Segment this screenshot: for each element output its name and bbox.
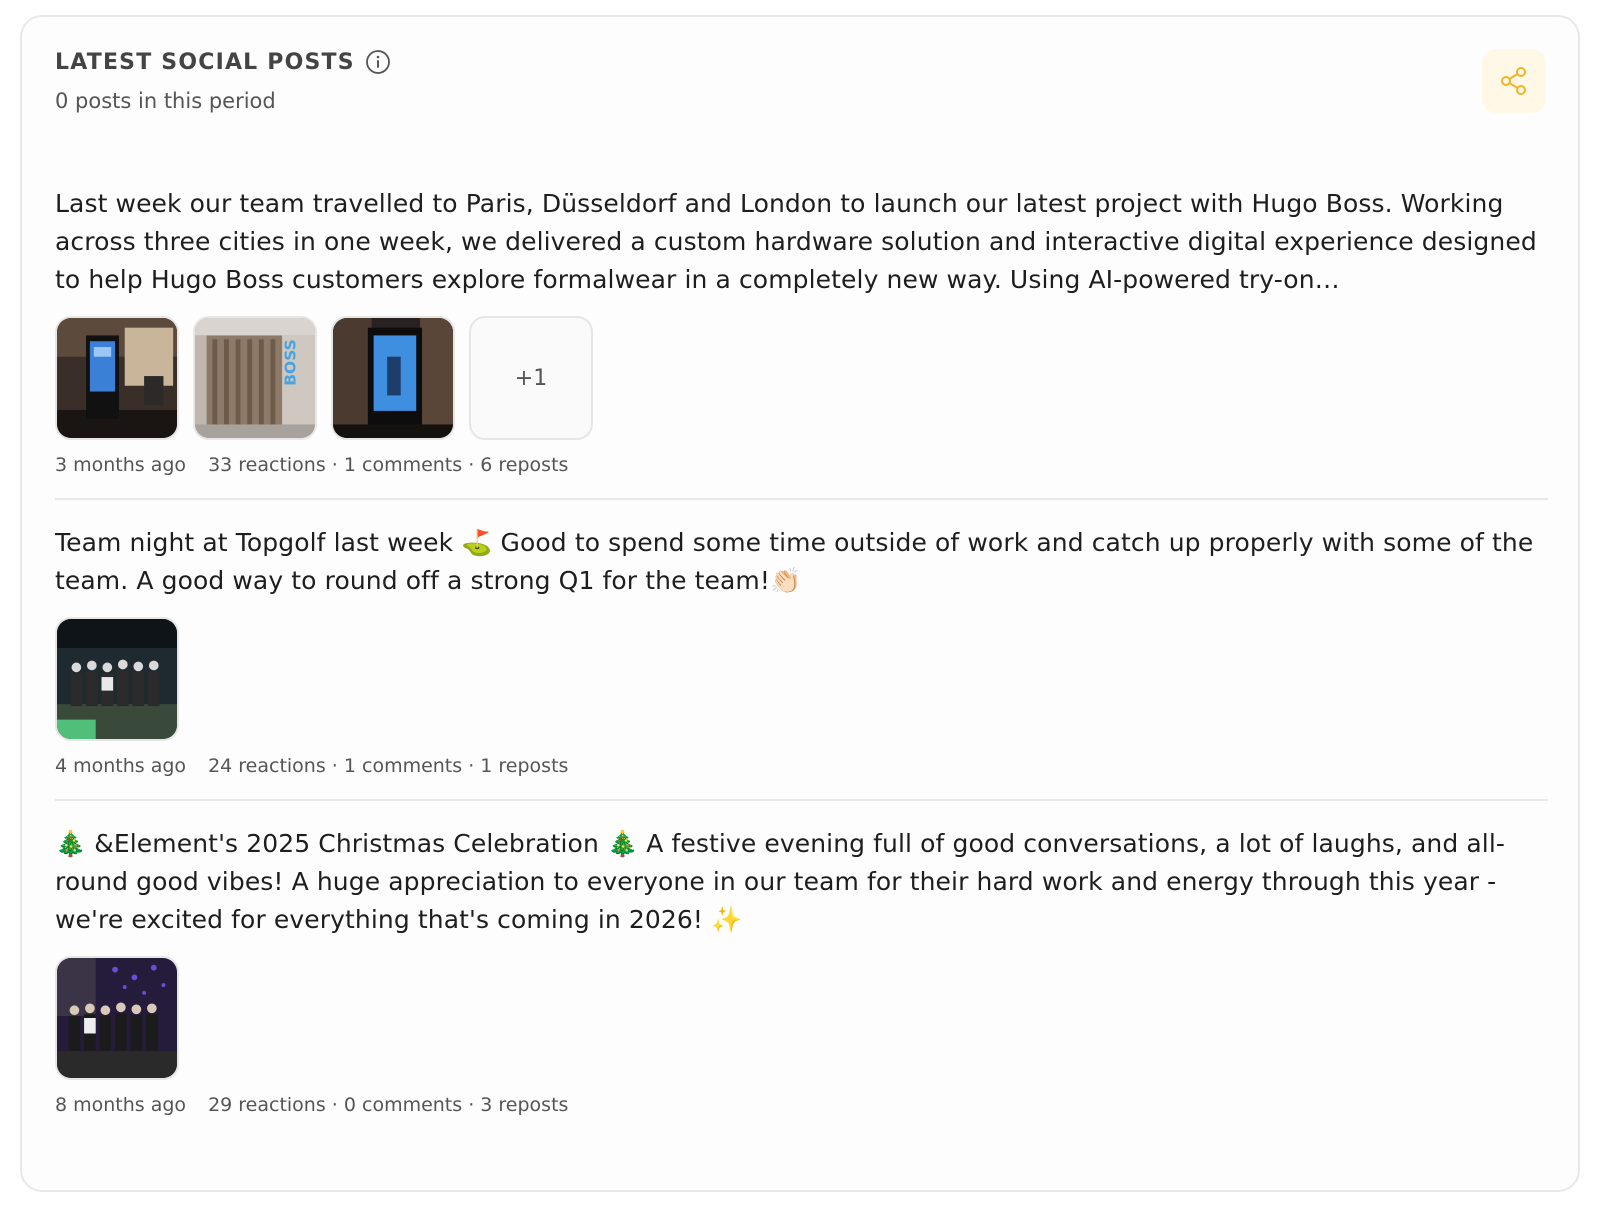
post-image-screen-display[interactable] (331, 316, 455, 440)
post-image-boss-wall[interactable]: BOSS (193, 316, 317, 440)
post-image-store-kiosk[interactable] (55, 316, 179, 440)
post-text: Team night at Topgolf last week ⛳ Good t… (55, 528, 1534, 595)
post-item[interactable]: Last week our team travelled to Paris, D… (55, 185, 1548, 498)
post-meta: 8 months ago 29 reactions · 0 comments ·… (55, 1094, 1548, 1116)
share-button[interactable] (1482, 49, 1546, 113)
posts-list: Last week our team travelled to Paris, D… (55, 185, 1548, 1138)
post-item[interactable]: 🎄 &Element's 2025 Christmas Celebration … (55, 799, 1548, 1138)
post-time: 4 months ago (55, 755, 187, 777)
post-time: 3 months ago (55, 454, 187, 476)
post-stats: 33 reactions · 1 comments · 6 reposts (208, 454, 569, 476)
post-text: Last week our team travelled to Paris, D… (55, 189, 1537, 294)
post-meta: 4 months ago 24 reactions · 1 comments ·… (55, 755, 1548, 777)
more-images-button[interactable]: +1 (469, 316, 593, 440)
post-images (55, 956, 1548, 1080)
svg-text:BOSS: BOSS (282, 339, 300, 386)
social-posts-card: LATEST SOCIAL POSTS 0 posts in this peri… (20, 15, 1580, 1192)
post-stats: 29 reactions · 0 comments · 3 reposts (208, 1094, 569, 1116)
post-image-christmas-team[interactable] (55, 956, 179, 1080)
post-images (55, 617, 1548, 741)
post-images: BOSS +1 (55, 316, 1548, 440)
card-header: LATEST SOCIAL POSTS 0 posts in this peri… (55, 49, 391, 113)
post-meta: 3 months ago 33 reactions · 1 comments ·… (55, 454, 1548, 476)
title-row: LATEST SOCIAL POSTS (55, 49, 391, 75)
post-text: 🎄 &Element's 2025 Christmas Celebration … (55, 829, 1506, 934)
post-image-team-topgolf[interactable] (55, 617, 179, 741)
share-icon (1501, 67, 1526, 95)
post-time: 8 months ago (55, 1094, 187, 1116)
posts-count-subtitle: 0 posts in this period (55, 89, 276, 113)
post-stats: 24 reactions · 1 comments · 1 reposts (208, 755, 569, 777)
info-icon[interactable] (365, 49, 391, 75)
card-title: LATEST SOCIAL POSTS (55, 49, 355, 75)
post-item[interactable]: Team night at Topgolf last week ⛳ Good t… (55, 498, 1548, 799)
